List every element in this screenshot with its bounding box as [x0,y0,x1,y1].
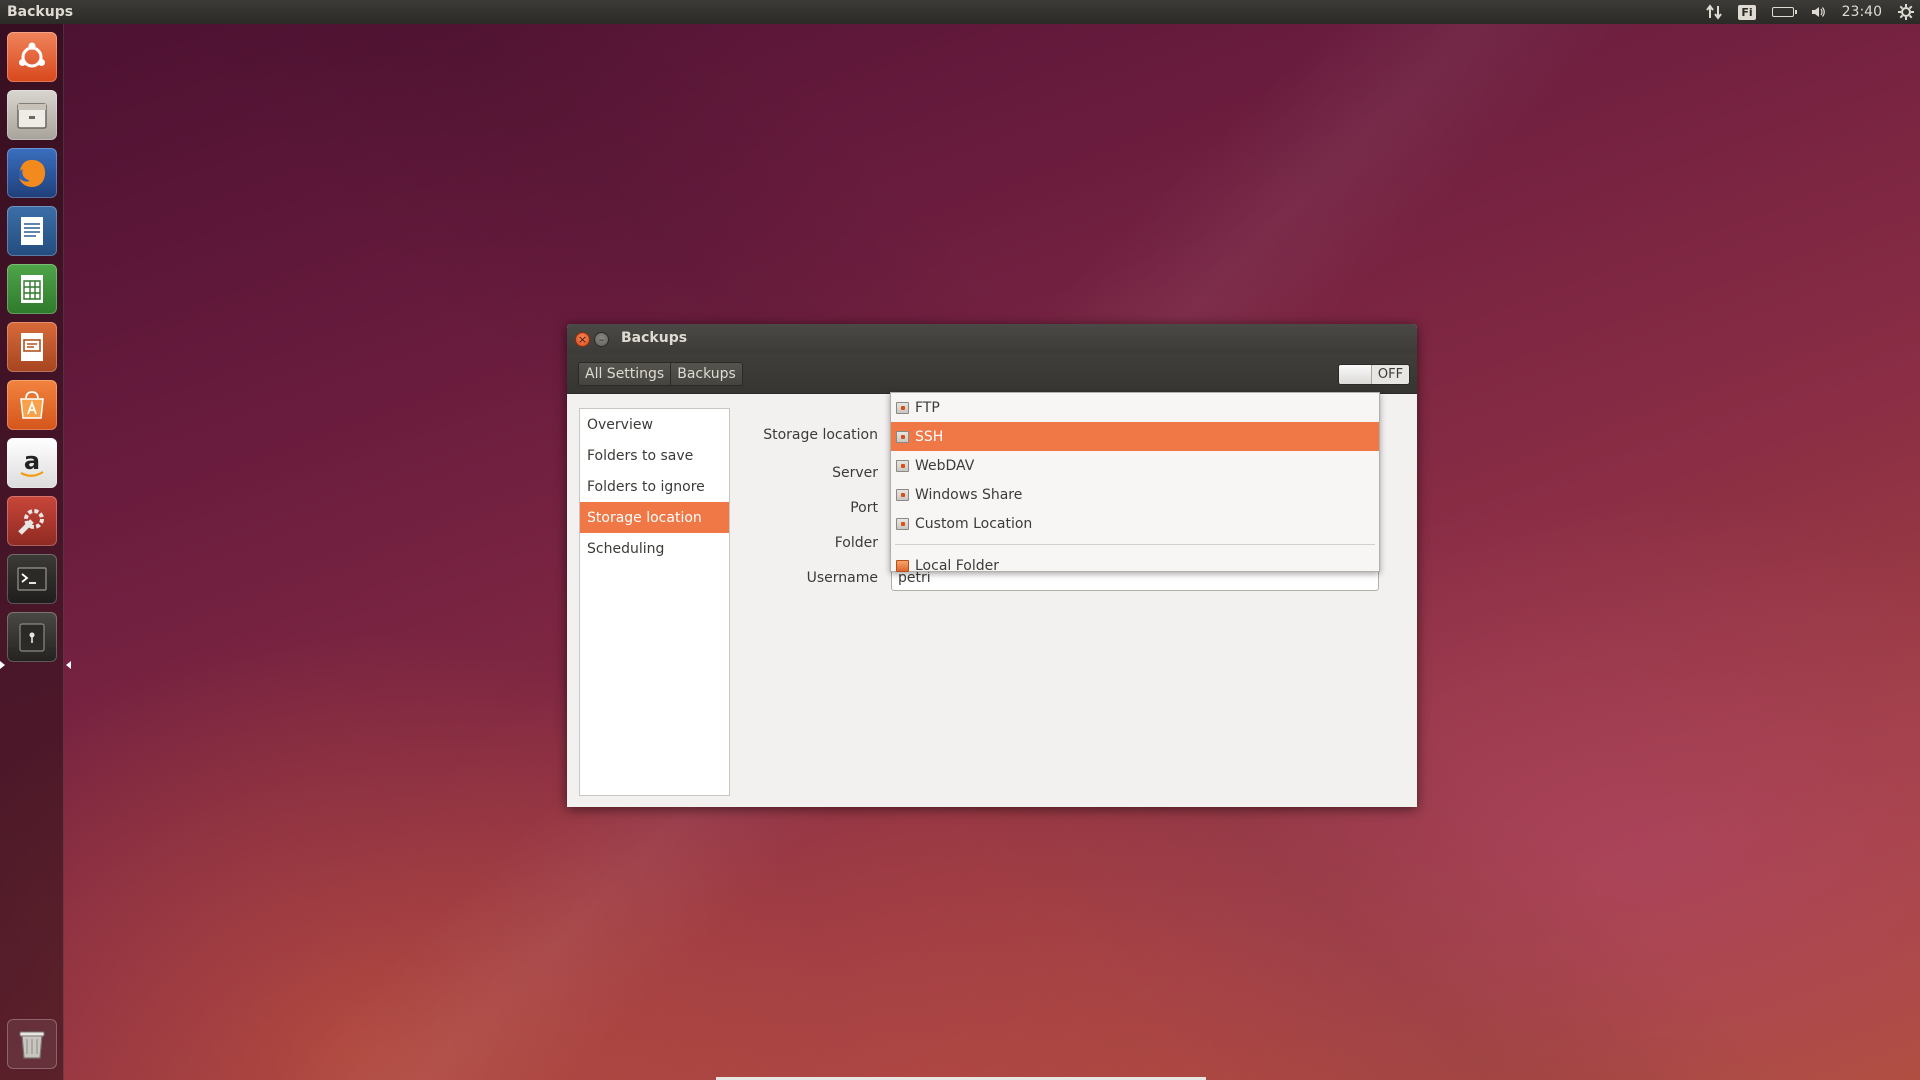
network-folder-icon [896,459,909,472]
amazon-icon[interactable]: a [7,438,57,488]
network-folder-icon [896,401,909,414]
launcher-running-pip [0,661,5,669]
window-toolbar: All Settings Backups OFF [567,354,1417,394]
dropdown-item-label: SSH [915,428,944,445]
window-title: Backups [621,330,688,346]
top-panel-app-title: Backups [7,4,74,20]
trash-icon[interactable] [7,1019,57,1069]
indicator-area: Fi 23:40 [1706,0,1914,24]
dropdown-item-label: FTP [915,399,940,416]
ubuntu-dash-icon[interactable] [7,32,57,82]
launcher-focus-pip [66,661,71,669]
breadcrumb: All Settings Backups [578,361,743,386]
terminal-icon[interactable] [7,554,57,604]
software-center-icon[interactable] [7,380,57,430]
network-folder-icon [896,430,909,443]
breadcrumb-backups[interactable]: Backups [671,363,742,385]
switch-knob [1339,365,1372,384]
dropdown-item-custom-location[interactable]: Custom Location [891,509,1379,538]
dropdown-item-label: Local Folder [915,557,999,574]
battery-icon[interactable] [1771,7,1797,17]
backups-icon[interactable] [7,612,57,662]
breadcrumb-all-settings[interactable]: All Settings [579,362,672,385]
dropdown-item-local-folder[interactable]: Local Folder [891,551,1379,580]
svg-text:a: a [24,447,40,475]
launcher: a [0,24,71,1080]
impress-icon[interactable] [7,322,57,372]
sidebar-item-folders-to-ignore[interactable]: Folders to ignore [580,471,729,502]
volume-icon[interactable] [1810,4,1826,20]
network-icon[interactable] [1706,4,1723,20]
dropdown-item-label: Custom Location [915,515,1033,532]
files-icon[interactable] [7,90,57,140]
dropdown-item-ssh[interactable]: SSH [891,422,1379,451]
switch-label: OFF [1377,367,1404,382]
dropdown-separator [895,544,1375,545]
firefox-icon[interactable] [7,148,57,198]
clock[interactable]: 23:40 [1842,4,1882,20]
folder-label: Folder [834,535,878,551]
calc-icon[interactable] [7,264,57,314]
close-icon[interactable]: × [575,332,590,347]
port-label: Port [850,500,878,516]
dropdown-item-ftp[interactable]: FTP [891,393,1379,422]
writer-icon[interactable] [7,206,57,256]
dropdown-item-label: Windows Share [915,486,1023,503]
username-label: Username [806,570,878,586]
top-panel: Backups Fi 23:40 [0,0,1920,24]
server-label: Server [832,465,878,481]
folder-icon [896,559,909,572]
backup-enable-switch[interactable]: OFF [1338,364,1410,385]
minimize-icon[interactable]: – [594,332,609,347]
dropdown-item-webdav[interactable]: WebDAV [891,451,1379,480]
dropdown-item-windows-share[interactable]: Windows Share [891,480,1379,509]
sidebar-item-storage-location[interactable]: Storage location [580,502,729,533]
storage-location-dropdown: FTP SSH WebDAV Windows Share Custom Loca… [890,392,1380,574]
sidebar-item-folders-to-save[interactable]: Folders to save [580,440,729,471]
dropdown-item-label: WebDAV [915,457,975,474]
window-titlebar[interactable]: × – Backups [567,324,1417,354]
sidebar-item-overview[interactable]: Overview [580,409,729,440]
storage-location-label: Storage location [763,427,878,443]
network-folder-icon [896,517,909,530]
settings-sidebar: Overview Folders to save Folders to igno… [579,408,730,796]
sidebar-item-scheduling[interactable]: Scheduling [580,533,729,564]
system-settings-icon[interactable] [7,496,57,546]
settings-gear-icon[interactable] [1898,4,1914,20]
network-folder-icon [896,488,909,501]
keyboard-layout-indicator[interactable]: Fi [1738,4,1756,20]
